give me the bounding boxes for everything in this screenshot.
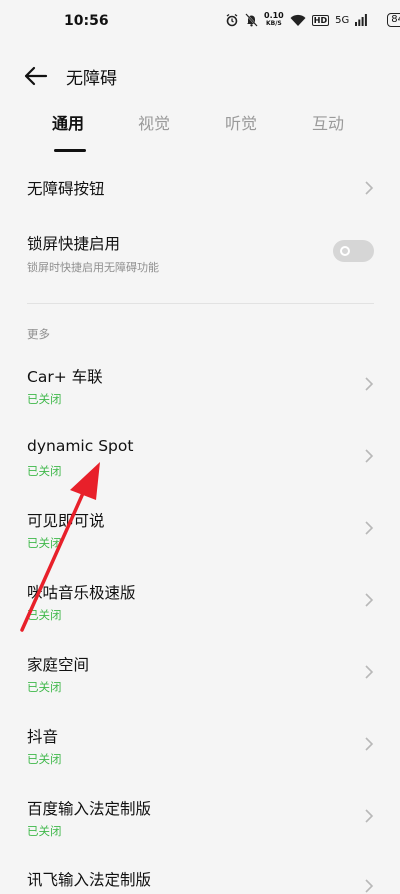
lock-screen-shortcut-row: 锁屏快捷启用 锁屏时快捷启用无障碍功能 bbox=[0, 226, 400, 276]
section-header-more: 更多 bbox=[27, 327, 50, 341]
item-title: dynamic Spot bbox=[27, 437, 134, 455]
tab-interaction[interactable]: 互动 bbox=[312, 110, 344, 134]
item-title: Car+ 车联 bbox=[27, 368, 103, 386]
signal-label: 5G bbox=[335, 14, 350, 26]
net-speed-unit: KB/S bbox=[266, 20, 282, 27]
wifi-icon bbox=[290, 14, 306, 26]
item-title: 百度输入法定制版 bbox=[27, 800, 152, 818]
list-item-baidu-ime[interactable]: 百度输入法定制版 已关闭 bbox=[0, 790, 400, 846]
row-title: 无障碍按钮 bbox=[27, 180, 105, 198]
item-title: 讯飞输入法定制版 bbox=[27, 871, 152, 889]
section-divider bbox=[27, 303, 374, 304]
status-time: 10:56 bbox=[64, 13, 109, 29]
tab-bar: 通用 视觉 听觉 互动 bbox=[0, 110, 400, 152]
item-status: 已关闭 bbox=[27, 608, 62, 622]
chevron-right-icon bbox=[365, 809, 374, 823]
list-item-migu-music[interactable]: 咪咕音乐极速版 已关闭 bbox=[0, 574, 400, 630]
item-status: 已关闭 bbox=[27, 392, 62, 406]
mute-bell-icon bbox=[245, 13, 258, 27]
chevron-right-icon bbox=[365, 879, 374, 893]
status-icons: 0.10 KB/S HD 5G 84 bbox=[225, 12, 400, 28]
cell-signal-icon bbox=[355, 14, 368, 26]
row-title: 锁屏快捷启用 bbox=[27, 235, 121, 253]
list-item-douyin[interactable]: 抖音 已关闭 bbox=[0, 718, 400, 774]
toggle-knob bbox=[340, 246, 350, 256]
chevron-right-icon bbox=[365, 377, 374, 391]
chevron-right-icon bbox=[365, 181, 374, 195]
list-item-family-space[interactable]: 家庭空间 已关闭 bbox=[0, 646, 400, 702]
list-item-voice-access[interactable]: 可见即可说 已关闭 bbox=[0, 502, 400, 558]
chevron-right-icon bbox=[365, 593, 374, 607]
net-speed: 0.10 KB/S bbox=[264, 12, 284, 28]
page-title: 无障碍 bbox=[66, 69, 117, 89]
chevron-right-icon bbox=[365, 449, 374, 463]
tab-general[interactable]: 通用 bbox=[52, 110, 84, 134]
item-status: 已关闭 bbox=[27, 536, 62, 550]
battery-indicator: 84 bbox=[387, 13, 400, 27]
alarm-icon bbox=[226, 13, 238, 27]
item-title: 家庭空间 bbox=[27, 656, 90, 674]
accessibility-button-row[interactable]: 无障碍按钮 bbox=[0, 170, 400, 206]
item-status: 已关闭 bbox=[27, 680, 62, 694]
list-item-iflytek-ime[interactable]: 讯飞输入法定制版 bbox=[0, 862, 400, 893]
item-status: 已关闭 bbox=[27, 824, 62, 838]
list-item-car-plus[interactable]: Car+ 车联 已关闭 bbox=[0, 358, 400, 414]
chevron-right-icon bbox=[365, 737, 374, 751]
tab-active-indicator bbox=[54, 149, 86, 152]
list-item-dynamic-spot[interactable]: dynamic Spot 已关闭 bbox=[0, 430, 400, 486]
lock-screen-shortcut-toggle[interactable] bbox=[333, 240, 374, 262]
status-bar: 10:56 0.10 KB/S HD 5G 84 bbox=[0, 0, 400, 44]
page-header: 无障碍 bbox=[0, 56, 400, 96]
item-status: 已关闭 bbox=[27, 752, 62, 766]
item-status: 已关闭 bbox=[27, 464, 62, 478]
back-arrow-icon[interactable] bbox=[22, 64, 48, 88]
item-title: 咪咕音乐极速版 bbox=[27, 584, 136, 602]
hd-badge: HD bbox=[311, 14, 330, 26]
item-title: 抖音 bbox=[27, 728, 59, 746]
row-subtitle: 锁屏时快捷启用无障碍功能 bbox=[27, 261, 159, 274]
net-speed-value: 0.10 bbox=[264, 11, 284, 20]
chevron-right-icon bbox=[365, 665, 374, 679]
item-title: 可见即可说 bbox=[27, 512, 105, 530]
tab-vision[interactable]: 视觉 bbox=[138, 110, 170, 134]
chevron-right-icon bbox=[365, 521, 374, 535]
tab-hearing[interactable]: 听觉 bbox=[225, 110, 257, 134]
